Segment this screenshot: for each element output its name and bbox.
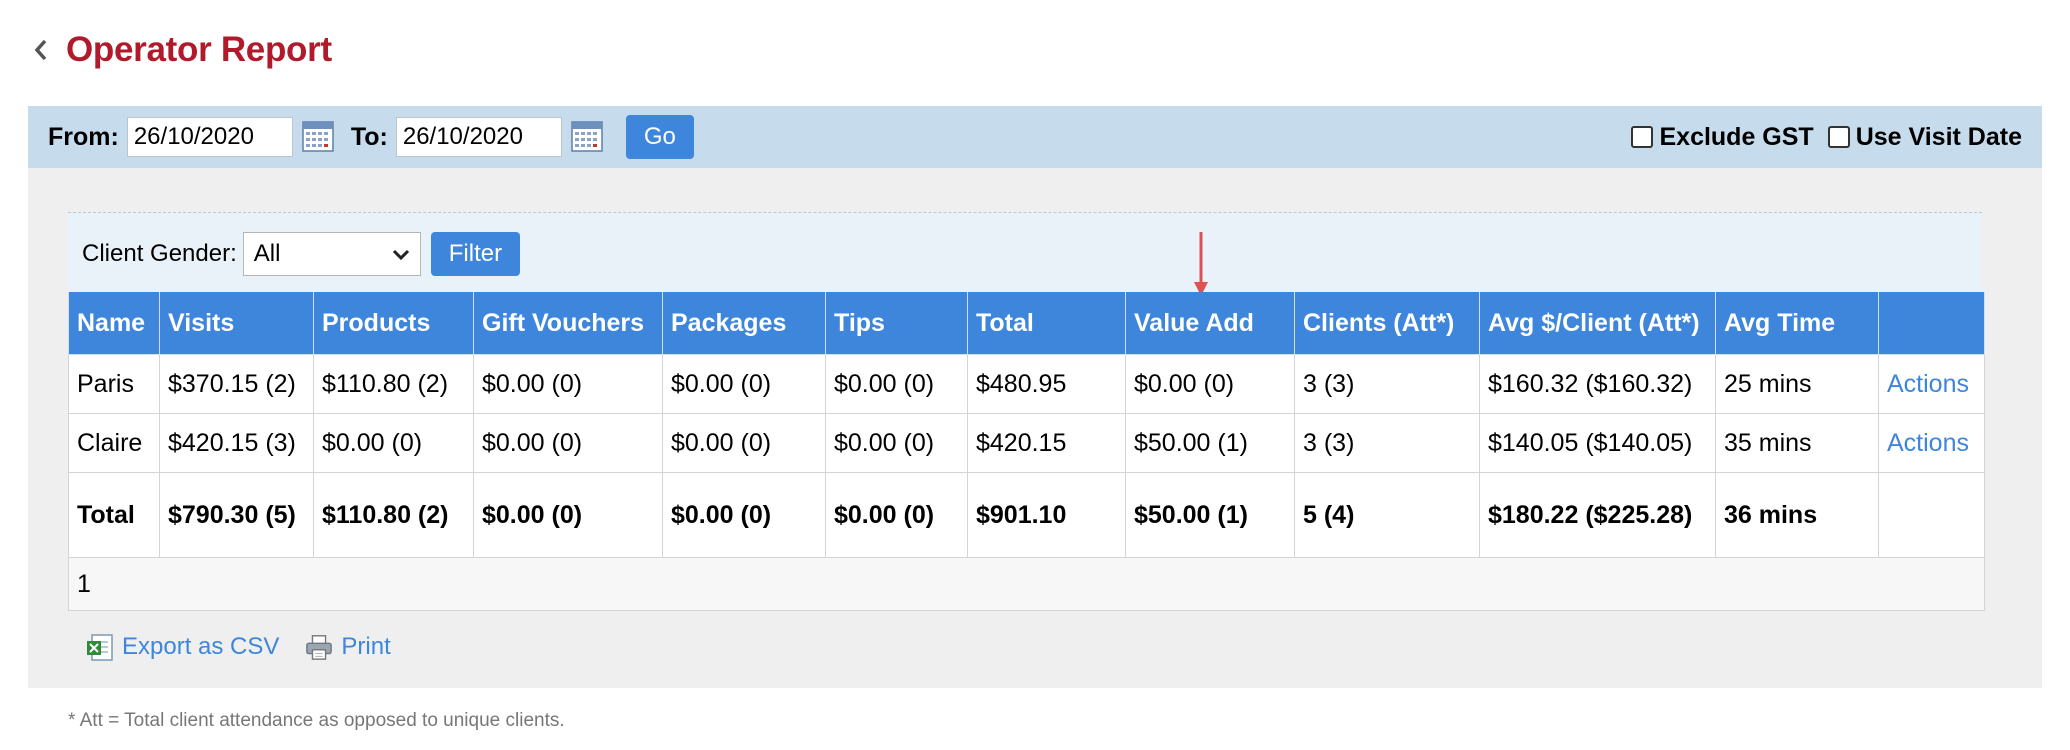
total-cell: $790.30 (5) (159, 472, 314, 558)
print-link[interactable]: Print (341, 633, 390, 661)
calendar-icon[interactable] (301, 119, 337, 155)
column-header[interactable]: Gift Vouchers (473, 292, 663, 355)
back-chevron-icon[interactable] (34, 36, 52, 64)
total-cell: 36 mins (1715, 472, 1879, 558)
total-cell: 5 (4) (1294, 472, 1480, 558)
export-csv-link[interactable]: Export as CSV (122, 633, 279, 661)
column-header[interactable]: Packages (662, 292, 826, 355)
exclude-gst-label: Exclude GST (1659, 122, 1814, 151)
column-header (1878, 292, 1985, 355)
total-cell: $0.00 (0) (662, 472, 826, 558)
total-cell: $0.00 (0) (825, 472, 968, 558)
excel-icon[interactable] (86, 632, 114, 662)
total-cell: $180.22 ($225.28) (1479, 472, 1716, 558)
table-cell: 3 (3) (1294, 413, 1480, 473)
table-cell: $0.00 (0) (473, 413, 663, 473)
column-header[interactable]: Avg Time (1715, 292, 1879, 355)
chevron-down-icon (392, 240, 410, 268)
options-group: Exclude GST Use Visit Date (1617, 123, 2022, 152)
calendar-icon[interactable] (570, 119, 606, 155)
client-gender-select[interactable]: All (242, 231, 421, 276)
column-header[interactable]: Tips (825, 292, 968, 355)
table-cell: $420.15 (967, 413, 1126, 473)
filter-button[interactable]: Filter (430, 231, 521, 276)
actions-cell: Actions (1878, 354, 1985, 414)
total-cell: $901.10 (967, 472, 1126, 558)
total-cell: $0.00 (0) (473, 472, 663, 558)
page-number[interactable]: 1 (68, 557, 1985, 611)
table-cell: $0.00 (0) (662, 354, 826, 414)
printer-icon[interactable] (305, 632, 333, 662)
table-cell: $160.32 ($160.32) (1479, 354, 1716, 414)
table-cell: 35 mins (1715, 413, 1879, 473)
actions-link[interactable]: Actions (1887, 429, 1969, 457)
total-cell: $50.00 (1) (1125, 472, 1295, 558)
table-cell: $370.15 (2) (159, 354, 314, 414)
table-row: Paris $370.15 (2) $110.80 (2) $0.00 (0) … (68, 354, 1985, 414)
to-label: To: (350, 122, 388, 151)
table-cell: 3 (3) (1294, 354, 1480, 414)
column-header[interactable]: Name (68, 292, 160, 355)
page-header: Operator Report (34, 22, 332, 78)
table-cell: Claire (68, 413, 160, 473)
go-button[interactable]: Go (625, 115, 694, 159)
table-cell: $0.00 (0) (662, 413, 826, 473)
date-range-bar: From: To: Go (28, 106, 2042, 168)
total-cell (1878, 472, 1985, 558)
exclude-gst-option[interactable]: Exclude GST (1631, 122, 1814, 152)
table-cell: $0.00 (0) (313, 413, 474, 473)
total-cell: $110.80 (2) (313, 472, 474, 558)
pagination-row: 1 (68, 557, 1985, 611)
total-row: Total $790.30 (5) $110.80 (2) $0.00 (0) … (68, 472, 1985, 558)
table-cell: $110.80 (2) (313, 354, 474, 414)
column-header[interactable]: Visits (159, 292, 314, 355)
column-header[interactable]: Total (967, 292, 1126, 355)
to-date-input[interactable] (395, 117, 562, 157)
total-cell: Total (68, 472, 160, 558)
use-visit-date-option[interactable]: Use Visit Date (1827, 122, 2022, 152)
table-header-row: Name Visits Products Gift Vouchers Packa… (68, 292, 1985, 355)
table-cell: $0.00 (0) (825, 413, 968, 473)
client-gender-label: Client Gender: (82, 239, 237, 267)
table-cell: $140.05 ($140.05) (1479, 413, 1716, 473)
table-cell: $0.00 (0) (825, 354, 968, 414)
actions-link[interactable]: Actions (1887, 370, 1969, 398)
table-cell: 25 mins (1715, 354, 1879, 414)
from-date-input[interactable] (126, 117, 293, 157)
exclude-gst-checkbox[interactable] (1631, 126, 1654, 148)
export-actions: Export as CSV Print (86, 632, 417, 662)
page-title: Operator Report (66, 30, 332, 69)
column-header[interactable]: Products (313, 292, 474, 355)
table-cell: $420.15 (3) (159, 413, 314, 473)
table-cell: $0.00 (0) (473, 354, 663, 414)
table-cell: Paris (68, 354, 160, 414)
table-row: Claire $420.15 (3) $0.00 (0) $0.00 (0) $… (68, 413, 1985, 473)
column-header[interactable]: Avg $/Client (Att*) (1479, 292, 1716, 355)
column-header[interactable]: Value Add (1125, 292, 1295, 355)
table-cell: $0.00 (0) (1125, 354, 1295, 414)
operator-report-table: Name Visits Products Gift Vouchers Packa… (68, 292, 1985, 611)
client-gender-value: All (253, 239, 281, 267)
use-visit-date-label: Use Visit Date (1855, 122, 2022, 151)
use-visit-date-checkbox[interactable] (1827, 126, 1850, 148)
table-cell: $480.95 (967, 354, 1126, 414)
footnote: * Att = Total client attendance as oppos… (68, 710, 565, 731)
table-cell: $50.00 (1) (1125, 413, 1295, 473)
filter-row: Client Gender: All Filter (68, 212, 1982, 294)
column-header[interactable]: Clients (Att*) (1294, 292, 1480, 355)
annotation-arrow-icon (1194, 232, 1208, 296)
from-label: From: (48, 122, 119, 151)
actions-cell: Actions (1878, 413, 1985, 473)
